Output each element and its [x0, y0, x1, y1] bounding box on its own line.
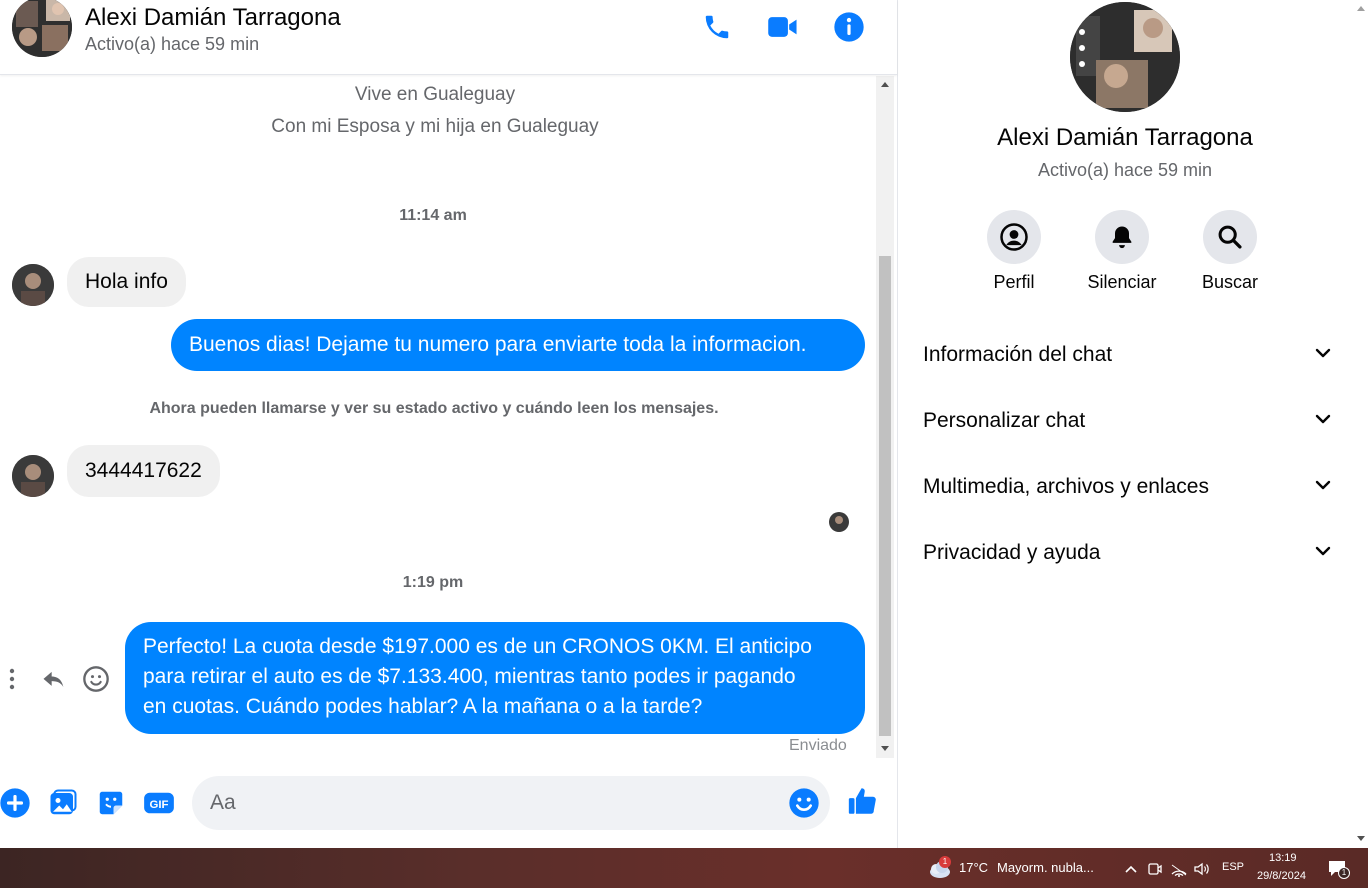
app-root: Alexi Damián Tarragona Activo(a) hace 59… [0, 0, 1368, 888]
chevron-down-icon [1313, 475, 1333, 500]
timestamp-divider: 11:14 am [399, 207, 467, 224]
gif-icon[interactable]: GIF [142, 786, 176, 820]
action-mute[interactable]: Silenciar [1072, 210, 1172, 293]
clock-time[interactable]: 13:19 [1269, 852, 1297, 864]
message-avatar [12, 455, 54, 497]
scroll-thumb[interactable] [879, 256, 891, 736]
action-label: Perfil [993, 272, 1035, 292]
section-label: Multimedia, archivos y enlaces [923, 475, 1209, 498]
read-receipt-avatar [829, 512, 849, 532]
wifi-icon[interactable] [1170, 860, 1188, 878]
panel-contact-name: Alexi Damián Tarragona [997, 124, 1253, 151]
message-line: para retirar el auto es de $7.133.400, m… [143, 665, 796, 688]
like-thumb-icon[interactable] [846, 784, 880, 818]
profile-line-location: Vive en Gualeguay [354, 84, 516, 105]
section-media-files[interactable]: Multimedia, archivos y enlaces [923, 465, 1333, 509]
weather-badge: 1 [939, 856, 951, 868]
message-input-wrapper [192, 776, 830, 830]
chevron-down-icon [1313, 541, 1333, 566]
message-scrollbar[interactable] [876, 76, 894, 758]
action-search[interactable]: Buscar [1180, 210, 1280, 293]
composer: GIF [0, 762, 897, 848]
scroll-up-arrow[interactable] [1357, 6, 1365, 11]
section-label: Personalizar chat [923, 409, 1086, 432]
chat-header: Alexi Damián Tarragona Activo(a) hace 59… [0, 0, 897, 75]
bell-icon [1095, 210, 1149, 264]
scroll-up-arrow[interactable] [881, 82, 889, 87]
sticker-icon[interactable] [94, 786, 128, 820]
profile-icon [987, 210, 1041, 264]
system-notice: Ahora pueden llamarse y ver su estado ac… [149, 400, 719, 417]
windows-taskbar: 1 17°C Mayorm. nubla... ESP 13:19 29/8/2… [0, 848, 1368, 888]
chat-column: Alexi Damián Tarragona Activo(a) hace 59… [0, 0, 897, 848]
contact-avatar[interactable] [12, 0, 72, 57]
message-input[interactable] [210, 776, 780, 830]
clock-date[interactable]: 29/8/2024 [1257, 870, 1306, 882]
meet-now-icon[interactable] [1146, 860, 1164, 878]
sent-status: Enviado [789, 737, 847, 754]
reply-icon[interactable] [40, 666, 68, 694]
timestamp-divider: 1:19 pm [402, 574, 464, 591]
chevron-down-icon [1313, 343, 1333, 368]
chevron-up-icon[interactable] [1122, 860, 1140, 878]
profile-line-family: Con mi Esposa y mi hija en Gualeguay [271, 116, 599, 137]
chevron-down-icon [1313, 409, 1333, 434]
section-label: Privacidad y ayuda [923, 541, 1101, 564]
info-icon[interactable] [832, 10, 866, 44]
react-emoji-icon[interactable] [82, 665, 110, 693]
weather-description[interactable]: Mayorm. nubla... [997, 860, 1094, 875]
message-line: Perfecto! La cuota desde $197.000 es de … [143, 635, 812, 658]
section-label: Información del chat [923, 343, 1113, 366]
phone-call-icon[interactable] [700, 10, 734, 44]
action-label: Silenciar [1087, 272, 1157, 292]
action-label: Buscar [1201, 272, 1259, 292]
section-privacy-help[interactable]: Privacidad y ayuda [923, 531, 1333, 575]
panel-avatar[interactable] [1070, 2, 1180, 112]
svg-text:GIF: GIF [149, 799, 168, 811]
message-avatar [12, 264, 54, 306]
notification-center-icon[interactable]: 1 [1326, 858, 1350, 880]
incoming-message[interactable]: Hola info [67, 257, 186, 307]
weather-cloud-icon[interactable]: 1 [926, 856, 952, 880]
notification-count: 1 [1338, 867, 1350, 879]
video-call-icon[interactable] [766, 10, 800, 44]
panel-scrollbar[interactable] [1352, 0, 1368, 848]
panel-contact-status: Activo(a) hace 59 min [1037, 160, 1213, 180]
weather-temp[interactable]: 17°C [959, 860, 988, 875]
outgoing-message[interactable]: Buenos dias! Dejame tu numero para envia… [171, 319, 865, 371]
contact-name[interactable]: Alexi Damián Tarragona [85, 4, 341, 32]
incoming-message[interactable]: 3444417622 [67, 445, 220, 497]
scroll-down-arrow[interactable] [881, 746, 889, 751]
message-list[interactable]: Vive en Gualeguay Con mi Esposa y mi hij… [0, 76, 876, 758]
emoji-icon[interactable] [788, 787, 820, 819]
section-customize-chat[interactable]: Personalizar chat [923, 399, 1333, 443]
plus-icon[interactable] [0, 786, 32, 820]
input-language[interactable]: ESP [1222, 861, 1244, 873]
action-profile[interactable]: Perfil [964, 210, 1064, 293]
volume-icon[interactable] [1193, 860, 1211, 878]
message-line: en cuotas. Cuándo podes hablar? A la mañ… [143, 695, 703, 718]
section-chat-info[interactable]: Información del chat [923, 333, 1333, 377]
search-icon [1203, 210, 1257, 264]
image-icon[interactable] [46, 786, 80, 820]
more-options-icon[interactable] [2, 666, 22, 692]
scroll-down-arrow[interactable] [1357, 836, 1365, 841]
contact-status: Activo(a) hace 59 min [85, 34, 260, 54]
outgoing-message[interactable]: Perfecto! La cuota desde $197.000 es de … [125, 622, 865, 734]
chat-info-panel: Alexi Damián Tarragona Activo(a) hace 59… [897, 0, 1368, 848]
